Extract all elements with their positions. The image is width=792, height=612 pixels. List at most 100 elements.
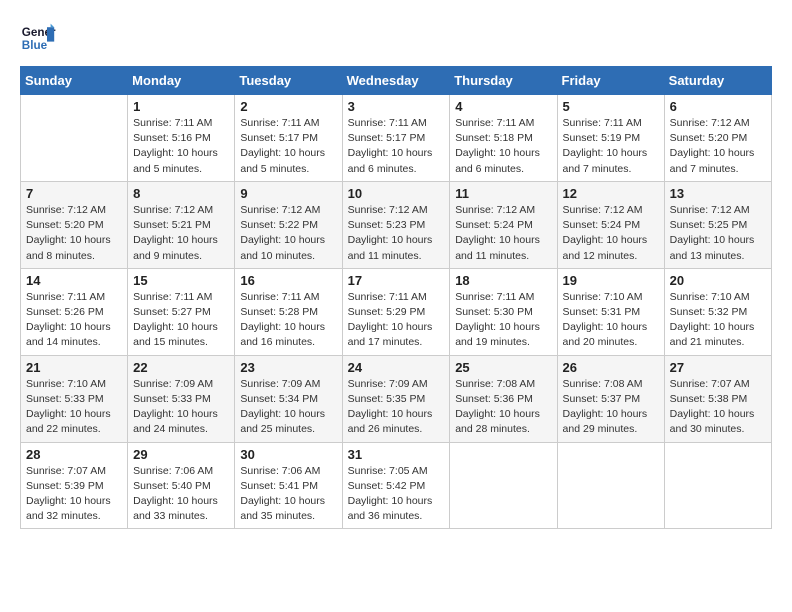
calendar-cell: 25Sunrise: 7:08 AMSunset: 5:36 PMDayligh…	[450, 355, 557, 442]
day-info: Sunrise: 7:09 AMSunset: 5:34 PMDaylight:…	[240, 377, 336, 438]
day-number: 11	[455, 186, 551, 201]
day-of-week-header: Monday	[128, 67, 235, 95]
calendar-cell: 23 Sunrise: 7:09 AMSunset: 5:34 PMDayligh…	[235, 355, 342, 442]
day-info: Sunrise: 7:12 AMSunset: 5:21 PMDaylight:…	[133, 203, 229, 264]
calendar-cell: 24Sunrise: 7:09 AMSunset: 5:35 PMDayligh…	[342, 355, 450, 442]
day-info: Sunrise: 7:11 AMSunset: 5:30 PMDaylight:…	[455, 290, 551, 351]
calendar-table: SundayMondayTuesdayWednesdayThursdayFrid…	[20, 66, 772, 529]
day-number: 4	[455, 99, 551, 114]
calendar-cell: 17 Sunrise: 7:11 AMSunset: 5:29 PMDayligh…	[342, 268, 450, 355]
svg-text:Blue: Blue	[22, 39, 48, 52]
day-number: 31	[348, 447, 445, 462]
calendar-cell: 15 Sunrise: 7:11 AMSunset: 5:27 PMDayligh…	[128, 268, 235, 355]
day-info: Sunrise: 7:11 AMSunset: 5:29 PMDaylight:…	[348, 290, 445, 351]
day-info: Sunrise: 7:11 AMSunset: 5:18 PMDaylight:…	[455, 116, 551, 177]
day-number: 7	[26, 186, 122, 201]
calendar-cell: 9 Sunrise: 7:12 AMSunset: 5:22 PMDaylight…	[235, 181, 342, 268]
day-info: Sunrise: 7:12 AMSunset: 5:25 PMDaylight:…	[670, 203, 766, 264]
calendar-cell: 4 Sunrise: 7:11 AMSunset: 5:18 PMDaylight…	[450, 95, 557, 182]
calendar-week-row: 1 Sunrise: 7:11 AMSunset: 5:16 PMDaylight…	[21, 95, 772, 182]
day-number: 22	[133, 360, 229, 375]
day-info: Sunrise: 7:08 AMSunset: 5:37 PMDaylight:…	[563, 377, 659, 438]
calendar-header: SundayMondayTuesdayWednesdayThursdayFrid…	[21, 67, 772, 95]
calendar-cell: 2 Sunrise: 7:11 AMSunset: 5:17 PMDaylight…	[235, 95, 342, 182]
day-number: 16	[240, 273, 336, 288]
calendar-cell: 30 Sunrise: 7:06 AMSunset: 5:41 PMDayligh…	[235, 442, 342, 529]
day-number: 1	[133, 99, 229, 114]
day-number: 9	[240, 186, 336, 201]
calendar-week-row: 28 Sunrise: 7:07 AMSunset: 5:39 PMDayligh…	[21, 442, 772, 529]
calendar-week-row: 21 Sunrise: 7:10 AMSunset: 5:33 PMDayligh…	[21, 355, 772, 442]
day-number: 30	[240, 447, 336, 462]
day-info: Sunrise: 7:12 AMSunset: 5:22 PMDaylight:…	[240, 203, 336, 264]
day-info: Sunrise: 7:11 AMSunset: 5:16 PMDaylight:…	[133, 116, 229, 177]
day-number: 5	[563, 99, 659, 114]
day-number: 2	[240, 99, 336, 114]
day-info: Sunrise: 7:07 AMSunset: 5:39 PMDaylight:…	[26, 464, 122, 525]
day-number: 14	[26, 273, 122, 288]
day-info: Sunrise: 7:12 AMSunset: 5:24 PMDaylight:…	[563, 203, 659, 264]
day-info: Sunrise: 7:12 AMSunset: 5:24 PMDaylight:…	[455, 203, 551, 264]
day-number: 29	[133, 447, 229, 462]
day-number: 20	[670, 273, 766, 288]
calendar-cell: 16Sunrise: 7:11 AMSunset: 5:28 PMDayligh…	[235, 268, 342, 355]
day-info: Sunrise: 7:11 AMSunset: 5:17 PMDaylight:…	[348, 116, 445, 177]
day-info: Sunrise: 7:09 AMSunset: 5:33 PMDaylight:…	[133, 377, 229, 438]
day-of-week-header: Thursday	[450, 67, 557, 95]
calendar-cell: 12 Sunrise: 7:12 AMSunset: 5:24 PMDayligh…	[557, 181, 664, 268]
day-number: 23	[240, 360, 336, 375]
day-number: 21	[26, 360, 122, 375]
calendar-week-row: 14 Sunrise: 7:11 AMSunset: 5:26 PMDayligh…	[21, 268, 772, 355]
day-number: 19	[563, 273, 659, 288]
page-header: General Blue	[20, 20, 772, 56]
calendar-cell: 5 Sunrise: 7:11 AMSunset: 5:19 PMDaylight…	[557, 95, 664, 182]
day-number: 17	[348, 273, 445, 288]
calendar-cell	[557, 442, 664, 529]
calendar-cell: 14 Sunrise: 7:11 AMSunset: 5:26 PMDayligh…	[21, 268, 128, 355]
day-info: Sunrise: 7:11 AMSunset: 5:19 PMDaylight:…	[563, 116, 659, 177]
day-info: Sunrise: 7:05 AMSunset: 5:42 PMDaylight:…	[348, 464, 445, 525]
calendar-cell: 28 Sunrise: 7:07 AMSunset: 5:39 PMDayligh…	[21, 442, 128, 529]
calendar-cell: 1 Sunrise: 7:11 AMSunset: 5:16 PMDaylight…	[128, 95, 235, 182]
day-info: Sunrise: 7:08 AMSunset: 5:36 PMDaylight:…	[455, 377, 551, 438]
day-of-week-header: Saturday	[664, 67, 771, 95]
day-number: 27	[670, 360, 766, 375]
calendar-cell: 11 Sunrise: 7:12 AMSunset: 5:24 PMDayligh…	[450, 181, 557, 268]
day-number: 28	[26, 447, 122, 462]
calendar-cell: 22 Sunrise: 7:09 AMSunset: 5:33 PMDayligh…	[128, 355, 235, 442]
day-info: Sunrise: 7:12 AMSunset: 5:23 PMDaylight:…	[348, 203, 445, 264]
calendar-cell: 20 Sunrise: 7:10 AMSunset: 5:32 PMDayligh…	[664, 268, 771, 355]
logo-icon: General Blue	[20, 20, 56, 56]
day-number: 15	[133, 273, 229, 288]
day-of-week-header: Wednesday	[342, 67, 450, 95]
calendar-cell: 6 Sunrise: 7:12 AMSunset: 5:20 PMDaylight…	[664, 95, 771, 182]
day-info: Sunrise: 7:11 AMSunset: 5:17 PMDaylight:…	[240, 116, 336, 177]
day-info: Sunrise: 7:10 AMSunset: 5:33 PMDaylight:…	[26, 377, 122, 438]
day-number: 8	[133, 186, 229, 201]
day-of-week-header: Sunday	[21, 67, 128, 95]
day-info: Sunrise: 7:12 AMSunset: 5:20 PMDaylight:…	[670, 116, 766, 177]
day-of-week-header: Friday	[557, 67, 664, 95]
day-info: Sunrise: 7:11 AMSunset: 5:26 PMDaylight:…	[26, 290, 122, 351]
calendar-cell: 3 Sunrise: 7:11 AMSunset: 5:17 PMDaylight…	[342, 95, 450, 182]
calendar-cell: 19 Sunrise: 7:10 AMSunset: 5:31 PMDayligh…	[557, 268, 664, 355]
day-info: Sunrise: 7:07 AMSunset: 5:38 PMDaylight:…	[670, 377, 766, 438]
calendar-cell	[450, 442, 557, 529]
calendar-cell: 13Sunrise: 7:12 AMSunset: 5:25 PMDayligh…	[664, 181, 771, 268]
day-number: 18	[455, 273, 551, 288]
day-number: 10	[348, 186, 445, 201]
day-number: 3	[348, 99, 445, 114]
calendar-cell: 8 Sunrise: 7:12 AMSunset: 5:21 PMDaylight…	[128, 181, 235, 268]
day-info: Sunrise: 7:11 AMSunset: 5:27 PMDaylight:…	[133, 290, 229, 351]
calendar-cell: 29Sunrise: 7:06 AMSunset: 5:40 PMDayligh…	[128, 442, 235, 529]
calendar-cell: 27 Sunrise: 7:07 AMSunset: 5:38 PMDayligh…	[664, 355, 771, 442]
day-info: Sunrise: 7:10 AMSunset: 5:31 PMDaylight:…	[563, 290, 659, 351]
day-number: 12	[563, 186, 659, 201]
calendar-cell: 31 Sunrise: 7:05 AMSunset: 5:42 PMDayligh…	[342, 442, 450, 529]
day-number: 24	[348, 360, 445, 375]
calendar-cell: 7Sunrise: 7:12 AMSunset: 5:20 PMDaylight…	[21, 181, 128, 268]
calendar-cell: 18 Sunrise: 7:11 AMSunset: 5:30 PMDayligh…	[450, 268, 557, 355]
day-number: 6	[670, 99, 766, 114]
day-info: Sunrise: 7:06 AMSunset: 5:41 PMDaylight:…	[240, 464, 336, 525]
day-info: Sunrise: 7:10 AMSunset: 5:32 PMDaylight:…	[670, 290, 766, 351]
